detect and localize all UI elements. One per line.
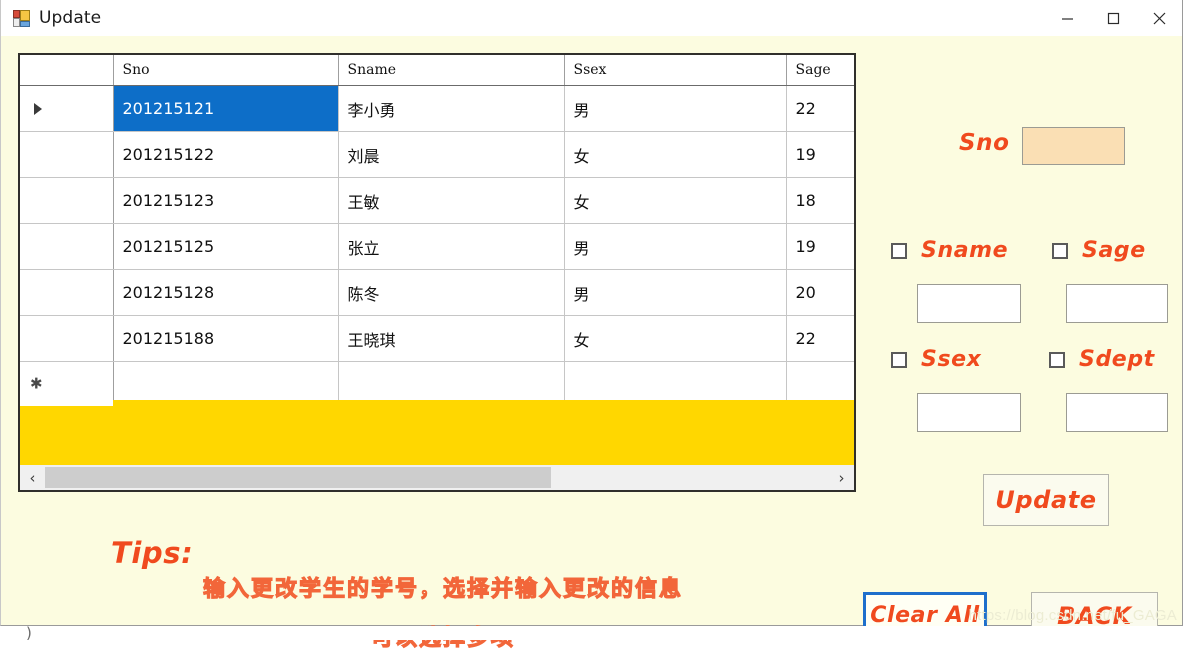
row-selector-cell[interactable]	[20, 85, 114, 132]
cell-ssex[interactable]: 男	[564, 269, 787, 316]
cell-sname[interactable]: 张立	[338, 223, 565, 270]
cell-sage[interactable]: 22	[786, 85, 854, 132]
cell-sname[interactable]: 王敏	[338, 177, 565, 224]
checkbox-row-ssex: Ssex	[891, 347, 981, 372]
row-selector-cell[interactable]	[20, 131, 114, 178]
minimize-icon[interactable]	[1044, 0, 1090, 36]
scroll-right-icon[interactable]: ›	[829, 465, 854, 490]
student-table: Sno Sname Ssex Sage 201215121 李小勇男 22 20121…	[20, 55, 854, 407]
table-body: 201215121 李小勇男 22 201215122 刘晨女 19 201215123 王敏…	[20, 85, 854, 407]
grid-horizontal-scrollbar[interactable]: ‹ ›	[20, 465, 854, 490]
row-selector-cell[interactable]	[20, 269, 114, 316]
grid-empty-area	[20, 400, 854, 465]
table-header-row: Sno Sname Ssex Sage	[20, 55, 854, 86]
column-header-select[interactable]	[20, 55, 114, 86]
sname-input[interactable]	[917, 284, 1021, 323]
cell-sname[interactable]: 李小勇	[338, 85, 565, 132]
current-row-arrow-icon	[34, 102, 42, 115]
checkbox-row-sname: Sname	[891, 238, 1008, 263]
checkbox-sname[interactable]	[891, 242, 907, 259]
table-row[interactable]: 201215128 陈冬男 20	[20, 269, 854, 316]
cell-sage[interactable]: 22	[786, 315, 854, 362]
cell-sno[interactable]: 201215128	[113, 269, 339, 316]
window-title: Update	[39, 8, 102, 28]
tips-line-1: 输入更改学生的学号，选择并输入更改的信息	[202, 576, 683, 602]
scrollbar-track[interactable]	[45, 465, 829, 490]
student-data-grid[interactable]: Sno Sname Ssex Sage 201215121 李小勇男 22 20121…	[18, 53, 856, 492]
cell-sno[interactable]: 201215122	[113, 131, 339, 178]
sno-input[interactable]	[1022, 127, 1125, 165]
app-window-icon	[13, 9, 30, 27]
checkbox-row-sdept: Sdept	[1049, 347, 1155, 372]
label-sname: Sname	[921, 238, 1009, 263]
new-row-asterisk-icon: ✱	[30, 374, 43, 393]
row-selector-cell[interactable]	[20, 315, 114, 362]
update-window: Update Sno Sname Ssex Sage 201215121 李小勇…	[0, 0, 1183, 652]
cell-ssex[interactable]: 女	[564, 131, 787, 178]
tips-label: Tips:	[111, 536, 194, 570]
cell-sage[interactable]: 18	[786, 177, 854, 224]
cell-sno[interactable]: 201215125	[113, 223, 339, 270]
cell-sage[interactable]: 19	[786, 223, 854, 270]
cell-ssex[interactable]: 男	[564, 223, 787, 270]
row-selector-cell[interactable]	[20, 177, 114, 224]
scrollbar-thumb[interactable]	[45, 467, 551, 488]
table-row[interactable]: 201215188 王晓琪女 22	[20, 315, 854, 362]
cell-sage[interactable]: 19	[786, 131, 854, 178]
label-ssex: Ssex	[921, 347, 982, 372]
window-titlebar: Update	[1, 0, 1182, 36]
sno-label: Sno	[959, 130, 1010, 156]
checkbox-sdept[interactable]	[1049, 351, 1065, 368]
window-controls	[1044, 0, 1182, 36]
cell-sage[interactable]: 20	[786, 269, 854, 316]
column-header-sage[interactable]: Sage	[786, 55, 854, 86]
watermark-text: https://blog.csdn.net/fu_GAGA	[968, 607, 1177, 624]
label-sage: Sage	[1082, 238, 1146, 263]
cell-ssex[interactable]: 女	[564, 315, 787, 362]
checkbox-sage[interactable]	[1052, 242, 1068, 259]
table-row[interactable]: 201215121 李小勇男 22	[20, 85, 854, 132]
ssex-input[interactable]	[917, 393, 1021, 432]
row-selector-cell[interactable]: ✱	[20, 361, 114, 407]
checkbox-row-sage: Sage	[1052, 238, 1146, 263]
column-header-sname[interactable]: Sname	[338, 55, 565, 86]
screenshot-artifact: )	[26, 624, 32, 642]
cell-ssex[interactable]: 女	[564, 177, 787, 224]
update-button[interactable]: Update	[983, 474, 1109, 526]
scroll-left-icon[interactable]: ‹	[20, 465, 45, 490]
table-row[interactable]: 201215122 刘晨女 19	[20, 131, 854, 178]
outside-window-area	[0, 626, 1185, 640]
row-selector-cell[interactable]	[20, 223, 114, 270]
close-icon[interactable]	[1136, 0, 1182, 36]
cell-sname[interactable]: 刘晨	[338, 131, 565, 178]
cell-sno[interactable]: 201215188	[113, 315, 339, 362]
sage-input[interactable]	[1066, 284, 1168, 323]
table-row[interactable]: 201215125 张立男 19	[20, 223, 854, 270]
maximize-icon[interactable]	[1090, 0, 1136, 36]
label-sdept: Sdept	[1079, 347, 1155, 372]
checkbox-ssex[interactable]	[891, 351, 907, 368]
cell-ssex[interactable]: 男	[564, 85, 787, 132]
cell-sname[interactable]: 陈冬	[338, 269, 565, 316]
cell-sno[interactable]: 201215123	[113, 177, 339, 224]
form-client-area: Sno Sname Ssex Sage 201215121 李小勇男 22 20121…	[1, 36, 1182, 652]
sdept-input[interactable]	[1066, 393, 1168, 432]
cell-sno[interactable]: 201215121	[113, 85, 339, 132]
column-header-sno[interactable]: Sno	[113, 55, 339, 86]
column-header-ssex[interactable]: Ssex	[564, 55, 787, 86]
table-row[interactable]: 201215123 王敏女 18	[20, 177, 854, 224]
cell-sname[interactable]: 王晓琪	[338, 315, 565, 362]
